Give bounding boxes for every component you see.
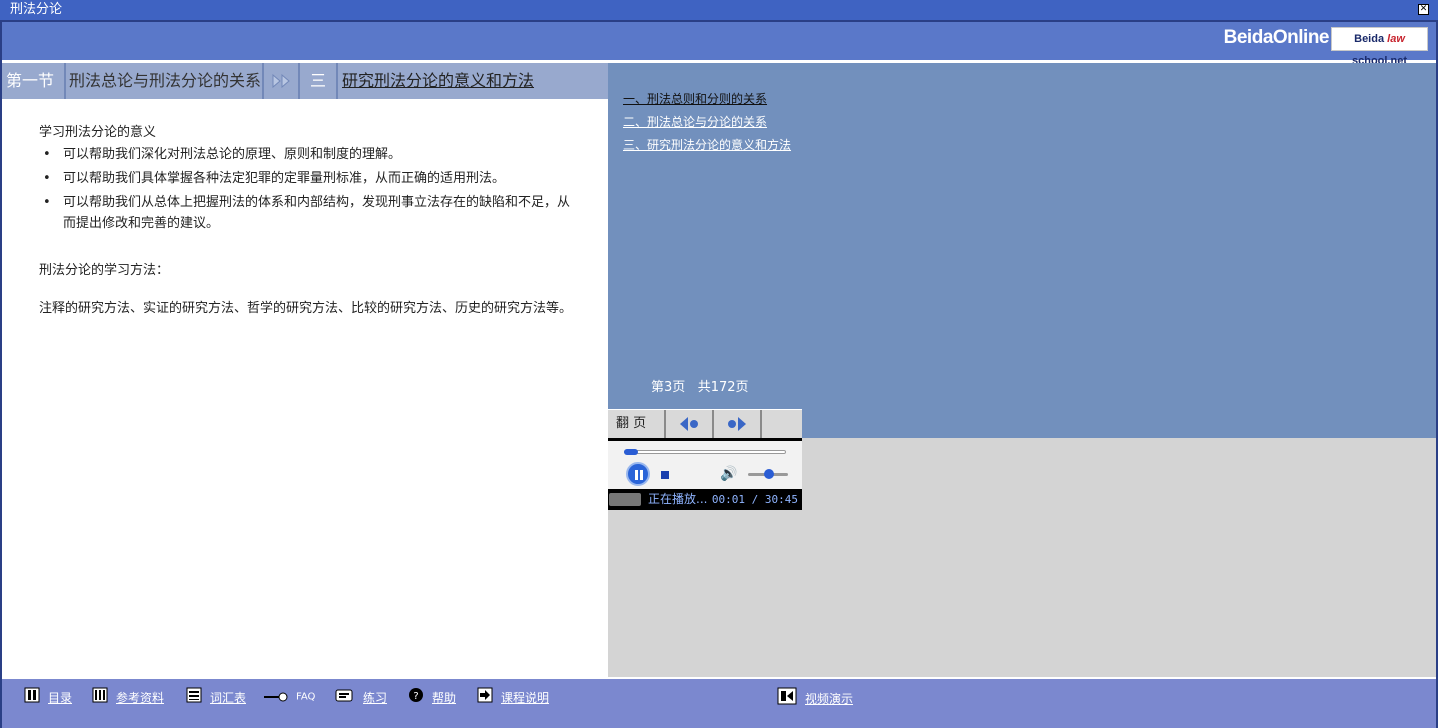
pause-button[interactable]	[626, 462, 650, 486]
footer-item-course-info[interactable]: 课程说明	[477, 687, 549, 707]
footer-item-exercise[interactable]: 练习	[335, 687, 387, 707]
table-of-contents: 一、刑法总则和分则的关系 二、刑法总论与分论的关系 三、研究刑法分论的意义和方法	[623, 88, 791, 157]
media-player: 🔊 正在播放... 00:01 / 30:45	[608, 438, 802, 510]
chapter-label: 刑法总论与刑法分论的关系	[66, 63, 264, 99]
bookshelf-icon	[92, 687, 108, 709]
content-heading: 学习刑法分论的意义	[39, 125, 157, 140]
footer-item-faq[interactable]: FAQ	[264, 687, 315, 707]
level-meter-icon	[609, 493, 641, 506]
forward-arrows-icon	[264, 63, 300, 99]
next-page-button[interactable]	[714, 410, 762, 438]
section-label: 第一节	[2, 63, 66, 99]
seek-bar[interactable]	[624, 449, 786, 455]
footer-item-glossary[interactable]: 词汇表	[186, 687, 246, 707]
svg-text:?: ?	[413, 691, 418, 702]
list-item: 可以帮助我们从总体上把握刑法的体系和内部结构，发现刑事立法存在的缺陷和不足，从而…	[40, 192, 570, 234]
footer-label: 参考资料	[116, 691, 165, 705]
stop-button[interactable]	[661, 471, 669, 479]
topic-number: 三	[300, 63, 338, 99]
help-icon: ?	[408, 687, 424, 709]
exercise-icon	[335, 687, 355, 709]
list-item: 可以帮助我们具体掌握各种法定犯罪的定罪量刑标准，从而正确的适用刑法。	[40, 168, 570, 189]
playback-status: 正在播放...	[648, 492, 708, 506]
volume-knob[interactable]	[764, 469, 774, 479]
beidaonline-logo: BeidaOnline	[1223, 27, 1330, 48]
close-icon[interactable]: ✕	[1418, 4, 1429, 15]
book-icon	[24, 687, 40, 709]
toc-item-2[interactable]: 二、刑法总论与分论的关系	[623, 111, 791, 134]
footer-item-video-demo[interactable]: 视频演示	[777, 687, 853, 707]
current-page: 第3页	[651, 380, 686, 395]
footer-label: 帮助	[432, 691, 457, 705]
footer-item-contents[interactable]: 目录	[24, 687, 72, 707]
footer-label: 练习	[363, 691, 388, 705]
footer-label: 视频演示	[805, 692, 854, 706]
footer-label: 课程说明	[501, 691, 550, 705]
footer-item-help[interactable]: ? 帮助	[408, 687, 456, 707]
section-bar: 第一节 刑法总论与刑法分论的关系 三 研究刑法分论的意义和方法	[2, 63, 608, 99]
player-status-bar: 正在播放... 00:01 / 30:45	[608, 489, 802, 510]
list-icon	[186, 687, 202, 709]
lesson-content: 学习刑法分论的意义 可以帮助我们深化对刑法总论的原理、原则和制度的理解。 可以帮…	[2, 99, 608, 677]
toc-item-1[interactable]: 一、刑法总则和分则的关系	[623, 88, 791, 111]
footer-label: FAQ	[296, 691, 316, 703]
methods-title: 刑法分论的学习方法：	[39, 263, 170, 278]
flip-label: 翻 页	[608, 410, 666, 438]
window-titlebar: 刑法分论 ✕	[0, 0, 1438, 20]
volume-icon[interactable]: 🔊	[720, 466, 737, 482]
bullet-list: 可以帮助我们深化对刑法总论的原理、原则和制度的理解。 可以帮助我们具体掌握各种法…	[40, 144, 570, 237]
law-school-logo: Beida law school.net	[1331, 27, 1428, 67]
arrow-right-icon	[728, 417, 746, 431]
previous-page-button[interactable]	[666, 410, 714, 438]
page-flipper: 翻 页	[608, 409, 802, 438]
page-indicator: 第3页 共172页	[651, 376, 749, 395]
footer-item-references[interactable]: 参考资料	[92, 687, 164, 707]
total-pages: 共172页	[697, 380, 749, 395]
toc-item-3[interactable]: 三、研究刑法分论的意义和方法	[623, 134, 791, 157]
methods-text: 注释的研究方法、实证的研究方法、哲学的研究方法、比较的研究方法、历史的研究方法等…	[39, 301, 573, 316]
footer-label: 目录	[48, 691, 73, 705]
arrow-left-icon	[680, 417, 698, 431]
topic-title-link[interactable]: 研究刑法分论的意义和方法	[338, 63, 608, 99]
film-icon	[777, 687, 797, 711]
header: BeidaOnline Beida law school.net	[2, 22, 1436, 67]
key-icon	[264, 688, 288, 708]
playback-time: 00:01 / 30:45	[711, 493, 798, 506]
window-title: 刑法分论	[10, 2, 63, 17]
footer-toolbar: 目录 参考资料 词汇表 FAQ 练习 ? 帮助 课程说明 视频演示	[2, 677, 1436, 728]
footer-label: 词汇表	[210, 691, 247, 705]
arrow-right-icon	[477, 687, 493, 709]
list-item: 可以帮助我们深化对刑法总论的原理、原则和制度的理解。	[40, 144, 570, 165]
seek-knob[interactable]	[624, 449, 638, 455]
